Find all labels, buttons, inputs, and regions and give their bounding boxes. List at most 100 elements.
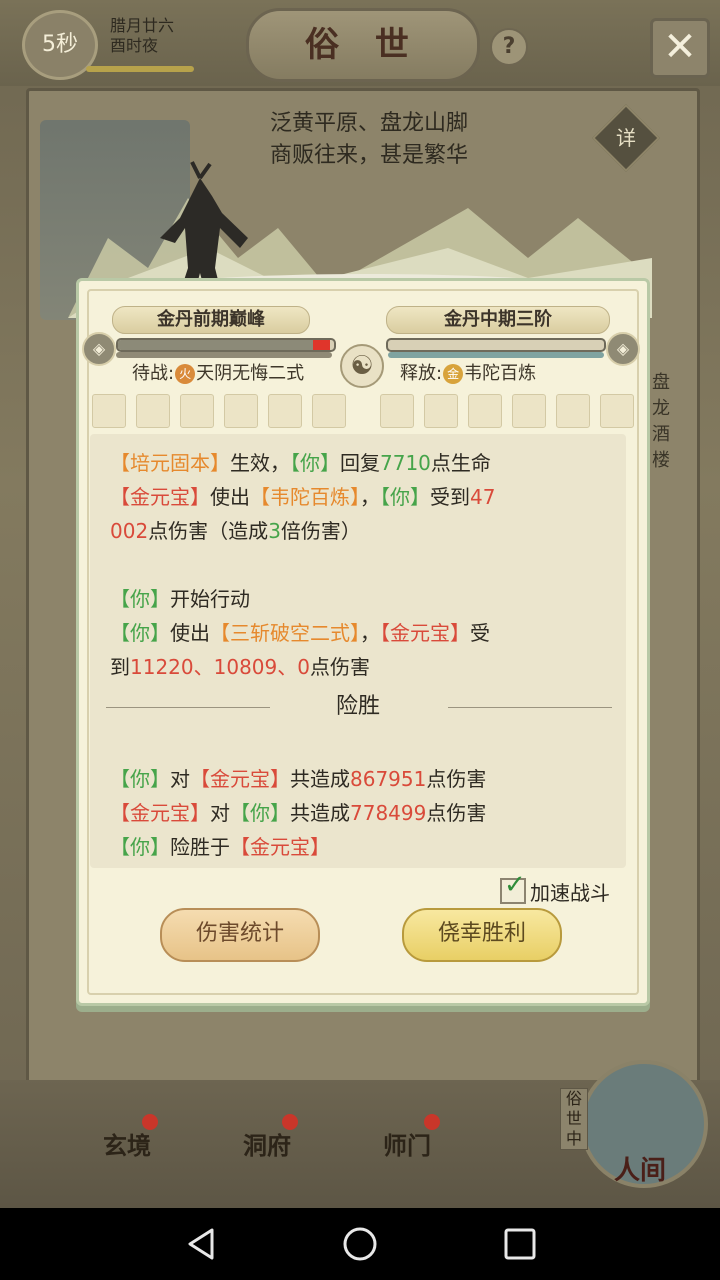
log-line: 002点伤害（造成3倍伤害） [110, 514, 610, 548]
buff-slot [424, 394, 458, 428]
log-segment: 【金元宝】 [110, 801, 210, 825]
taiji-icon: ☯ [340, 344, 384, 388]
nav-item-shimen[interactable]: 师门 [362, 1126, 452, 1161]
log-segment: 对 [170, 767, 190, 791]
help-icon[interactable]: ? [490, 28, 528, 66]
date-line-1: 腊月廿六 [110, 16, 175, 35]
world-label: 人间 [613, 1156, 666, 1186]
log-line: 【你】险胜于【金元宝】 [110, 830, 610, 864]
enemy-hp-bar [386, 338, 606, 352]
log-segment: 【金元宝】 [190, 767, 290, 791]
log-line: 【金元宝】使出【韦陀百炼】，【你】受到47 [110, 480, 610, 514]
back-icon[interactable] [184, 1226, 220, 1262]
log-line: 【培元固本】生效，【你】回复7710点生命 [110, 446, 610, 480]
log-segment: 使出 [170, 621, 210, 645]
nav-item-dongfu[interactable]: 洞府 [222, 1126, 312, 1161]
buff-slot [136, 394, 170, 428]
time-progress-bar [86, 66, 194, 72]
log-segment: 点伤害（造成 [148, 519, 269, 543]
log-segment: 共造成 [290, 801, 350, 825]
battle-result-dialog: 金丹前期巅峰 金丹中期三阶 ◈ ☯ ◈ 待战: 火天阴无悔二式 释放: 金韦陀百炼 … [68, 161, 652, 1018]
divider-left [106, 707, 270, 708]
log-segment: 【三斩破空二式】 [210, 621, 360, 645]
date-line-2: 酉时夜 [110, 36, 159, 55]
enemy-buff-slots [380, 394, 644, 428]
log-segment: 点伤害 [309, 655, 370, 679]
log-line: 【你】开始行动 [110, 582, 610, 616]
log-segment: 002 [110, 519, 149, 543]
player-status-label: 待战: [132, 363, 175, 384]
log-segment: ， [360, 485, 380, 509]
buff-slot [468, 394, 502, 428]
location-line-1: 泛黄平原、盘龙山脚 [270, 111, 469, 136]
log-segment: 【你】 [110, 621, 170, 645]
enemy-mp-bar [388, 352, 604, 358]
player-mp-bar [116, 352, 332, 358]
log-segment: 点伤害 [426, 801, 487, 825]
log-segment: 倍伤害） [280, 519, 361, 543]
player-buff-slots [92, 394, 356, 428]
log-segment: 共造成 [290, 767, 350, 791]
metal-element-icon: 金 [443, 364, 464, 384]
buff-slot [268, 394, 302, 428]
log-segment: ， [360, 621, 380, 645]
home-icon[interactable] [342, 1226, 378, 1262]
log-segment: 778499 [350, 801, 427, 825]
log-line: 【你】使出【三斩破空二式】，【金元宝】受 [110, 616, 610, 650]
player-skill-name: 天阴无悔二式 [196, 363, 305, 384]
speed-up-toggle[interactable]: ✓ 加速战斗 [500, 872, 610, 906]
enemy-status-label: 释放: [400, 363, 443, 384]
log-line: 到11220、10809、0点伤害 [110, 650, 610, 684]
log-segment: 生效， [230, 451, 290, 475]
lunar-date: 腊月廿六 酉时夜 [110, 16, 174, 56]
log-segment: 3 [268, 519, 281, 543]
world-button[interactable]: 俗世中 人间 [560, 1060, 710, 1200]
log-segment: 回复 [340, 451, 380, 475]
page-title: 俗 世 [246, 8, 480, 82]
victory-confirm-button[interactable]: 侥幸胜利 [402, 908, 562, 962]
enemy-skill-status: 释放: 金韦陀百炼 [400, 362, 536, 386]
log-segment: 11220、10809、0 [130, 655, 310, 679]
log-segment: 对 [210, 801, 230, 825]
log-segment: 47 [470, 485, 496, 509]
buff-slot [512, 394, 546, 428]
checkmark-icon: ✓ [504, 870, 526, 900]
system-navigation-bar [0, 1208, 720, 1280]
buff-slot [380, 394, 414, 428]
battle-log[interactable]: 【培元固本】生效，【你】回复7710点生命 【金元宝】使出【韦陀百炼】，【你】受… [90, 434, 626, 868]
log-segment: 【你】 [110, 587, 170, 611]
location-description: 泛黄平原、盘龙山脚 商贩往来，甚是繁华 [270, 108, 468, 172]
log-segment: 【你】 [230, 801, 290, 825]
buff-slot [600, 394, 634, 428]
buff-slot [312, 394, 346, 428]
buff-slot [556, 394, 590, 428]
player-skill-status: 待战: 火天阴无悔二式 [132, 362, 304, 386]
log-segment: 7710 [380, 451, 431, 475]
player-avatar-icon[interactable]: ◈ [82, 332, 116, 366]
damage-stats-button[interactable]: 伤害统计 [160, 908, 320, 962]
log-segment: 【金元宝】 [380, 621, 470, 645]
notification-dot [142, 1114, 158, 1130]
recents-icon[interactable] [502, 1226, 538, 1262]
log-line: 【你】对【金元宝】共造成867951点伤害 [110, 762, 610, 796]
log-segment: 【培元固本】 [110, 451, 230, 475]
speed-checkbox[interactable]: ✓ [500, 872, 526, 904]
notification-dot [282, 1114, 298, 1130]
close-icon[interactable]: ✕ [650, 18, 710, 78]
log-segment: 使出 [210, 485, 250, 509]
enemy-realm: 金丹中期三阶 [386, 306, 610, 334]
log-segment: 开始行动 [170, 587, 250, 611]
log-segment: 【你】 [290, 451, 340, 475]
log-segment: 点生命 [430, 451, 491, 475]
log-segment: 【韦陀百炼】 [250, 485, 360, 509]
log-segment: 受 [470, 621, 490, 645]
log-segment: 【你】 [380, 485, 430, 509]
nav-item-xuanjing[interactable]: 玄境 [82, 1126, 172, 1161]
player-hp-fill [118, 340, 330, 350]
log-segment: 【金元宝】 [110, 485, 210, 509]
buff-slot [224, 394, 258, 428]
enemy-avatar-icon[interactable]: ◈ [606, 332, 640, 366]
log-segment: 到 [110, 655, 130, 679]
log-line: 【金元宝】对【你】共造成778499点伤害 [110, 796, 610, 830]
battle-outcome: 险胜 [335, 694, 380, 719]
